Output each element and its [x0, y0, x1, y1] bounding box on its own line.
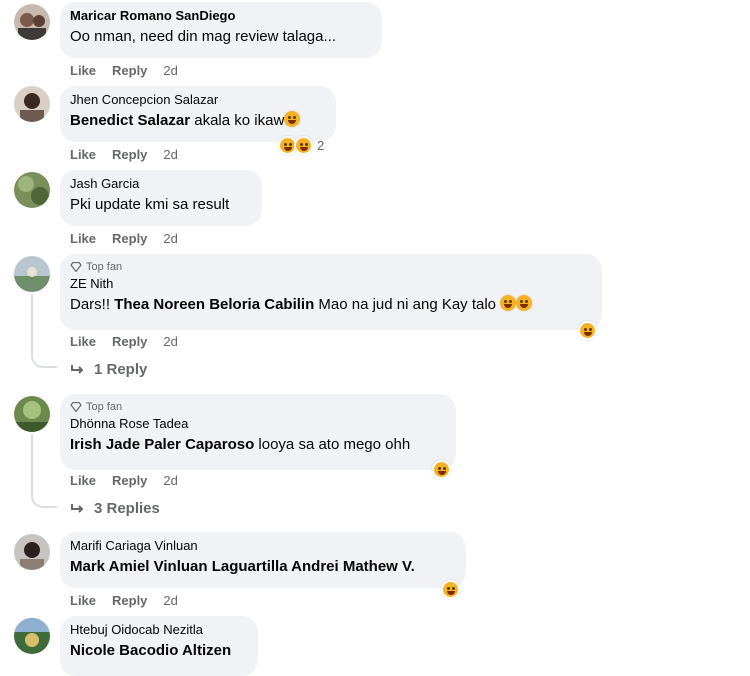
- comment-actions: Like Reply 2d: [70, 592, 178, 608]
- view-replies-button[interactable]: 1 Reply: [70, 361, 147, 378]
- comment-actions: Like Reply 2d: [70, 472, 178, 488]
- avatar[interactable]: [14, 256, 50, 292]
- timestamp[interactable]: 2d: [163, 231, 177, 246]
- comment-text: Oo nman, need din mag review talaga...: [70, 28, 336, 45]
- like-button[interactable]: Like: [70, 231, 96, 246]
- thread-connector: [31, 494, 57, 508]
- avatar[interactable]: [14, 86, 50, 122]
- mention-link[interactable]: Nicole Bacodio Altizen: [70, 642, 231, 659]
- comment-author[interactable]: Jash Garcia: [70, 176, 250, 192]
- laughing-emoji-icon: [284, 111, 301, 127]
- comment-actions: Like Reply 2d: [70, 62, 178, 78]
- comment-author[interactable]: ZE Nith: [70, 276, 590, 292]
- mention-link[interactable]: Mark Amiel Vinluan Laguartilla Andrei Ma…: [70, 558, 415, 575]
- mention-link[interactable]: Benedict Salazar: [70, 112, 190, 129]
- comment-bubble: Top fan Dhönna Rose Tadea Irish Jade Pal…: [60, 394, 456, 470]
- view-replies-button[interactable]: 3 Replies: [70, 500, 160, 517]
- care-reaction-icon: [441, 580, 460, 599]
- mention-link[interactable]: Thea Noreen Beloria Cabilin: [114, 296, 314, 313]
- reaction-summary[interactable]: 2: [278, 136, 324, 155]
- timestamp[interactable]: 2d: [163, 473, 177, 488]
- top-fan-badge: Top fan: [70, 400, 444, 414]
- comment-bubble: Htebuj Oidocab Nezitla Nicole Bacodio Al…: [60, 616, 258, 676]
- reaction-summary[interactable]: [432, 460, 451, 479]
- like-button[interactable]: Like: [70, 63, 96, 78]
- comment-text: Mark Amiel Vinluan Laguartilla Andrei Ma…: [70, 557, 454, 577]
- comment-actions: Like Reply 2d: [70, 146, 178, 162]
- rofl-emoji-icon: [516, 295, 533, 311]
- reaction-summary[interactable]: [441, 580, 460, 599]
- comment-bubble: Maricar Romano SanDiego Oo nman, need di…: [60, 2, 382, 58]
- reaction-count: 2: [317, 138, 325, 153]
- avatar[interactable]: [14, 4, 50, 40]
- comment-author[interactable]: Maricar Romano SanDiego: [70, 8, 370, 24]
- avatar[interactable]: [14, 396, 50, 432]
- reply-arrow-icon: [71, 364, 84, 374]
- reply-button[interactable]: Reply: [112, 593, 147, 608]
- reply-button[interactable]: Reply: [112, 147, 147, 162]
- timestamp[interactable]: 2d: [163, 147, 177, 162]
- avatar[interactable]: [14, 534, 50, 570]
- reply-button[interactable]: Reply: [112, 473, 147, 488]
- haha-reaction-icon: [578, 321, 597, 340]
- diamond-icon: [70, 262, 82, 272]
- thread-connector: [31, 354, 57, 368]
- comment-author[interactable]: Htebuj Oidocab Nezitla: [70, 622, 246, 638]
- comment-author[interactable]: Jhen Concepcion Salazar: [70, 92, 324, 108]
- comment-bubble: Jash Garcia Pki update kmi sa result: [60, 170, 262, 226]
- timestamp[interactable]: 2d: [163, 334, 177, 349]
- avatar[interactable]: [14, 618, 50, 654]
- comment-actions: Like Reply 2d: [70, 230, 178, 246]
- like-button[interactable]: Like: [70, 334, 96, 349]
- thread-line: [31, 434, 33, 494]
- comment-actions: Like Reply 2d: [70, 333, 178, 349]
- comment-author[interactable]: Dhönna Rose Tadea: [70, 416, 444, 432]
- comment-text: Pki update kmi sa result: [70, 196, 230, 213]
- diamond-icon: [70, 402, 82, 412]
- comment-text: Nicole Bacodio Altizen: [70, 641, 246, 661]
- timestamp[interactable]: 2d: [163, 63, 177, 78]
- thread-line: [31, 294, 33, 354]
- comment-text: Irish Jade Paler Caparoso looya sa ato m…: [70, 436, 411, 453]
- rofl-emoji-icon: [500, 295, 517, 311]
- haha-reaction-icon: [432, 460, 451, 479]
- like-button[interactable]: Like: [70, 473, 96, 488]
- reply-button[interactable]: Reply: [112, 334, 147, 349]
- avatar[interactable]: [14, 172, 50, 208]
- reaction-summary[interactable]: [578, 321, 597, 340]
- haha-reaction-icon: [294, 136, 313, 155]
- comment-text: Benedict Salazar akala ko ikaw: [70, 111, 324, 131]
- comment-bubble: Jhen Concepcion Salazar Benedict Salazar…: [60, 86, 336, 142]
- reply-button[interactable]: Reply: [112, 231, 147, 246]
- mention-link[interactable]: Irish Jade Paler Caparoso: [70, 436, 254, 453]
- comment-text: Dars!! Thea Noreen Beloria Cabilin Mao n…: [70, 295, 590, 315]
- timestamp[interactable]: 2d: [163, 593, 177, 608]
- like-button[interactable]: Like: [70, 147, 96, 162]
- top-fan-badge: Top fan: [70, 260, 590, 274]
- comment-bubble: Top fan ZE Nith Dars!! Thea Noreen Belor…: [60, 254, 602, 330]
- reply-button[interactable]: Reply: [112, 63, 147, 78]
- comment-bubble: Marifi Cariaga Vinluan Mark Amiel Vinlua…: [60, 532, 466, 588]
- reply-arrow-icon: [71, 503, 84, 513]
- like-button[interactable]: Like: [70, 593, 96, 608]
- comment-author[interactable]: Marifi Cariaga Vinluan: [70, 538, 454, 554]
